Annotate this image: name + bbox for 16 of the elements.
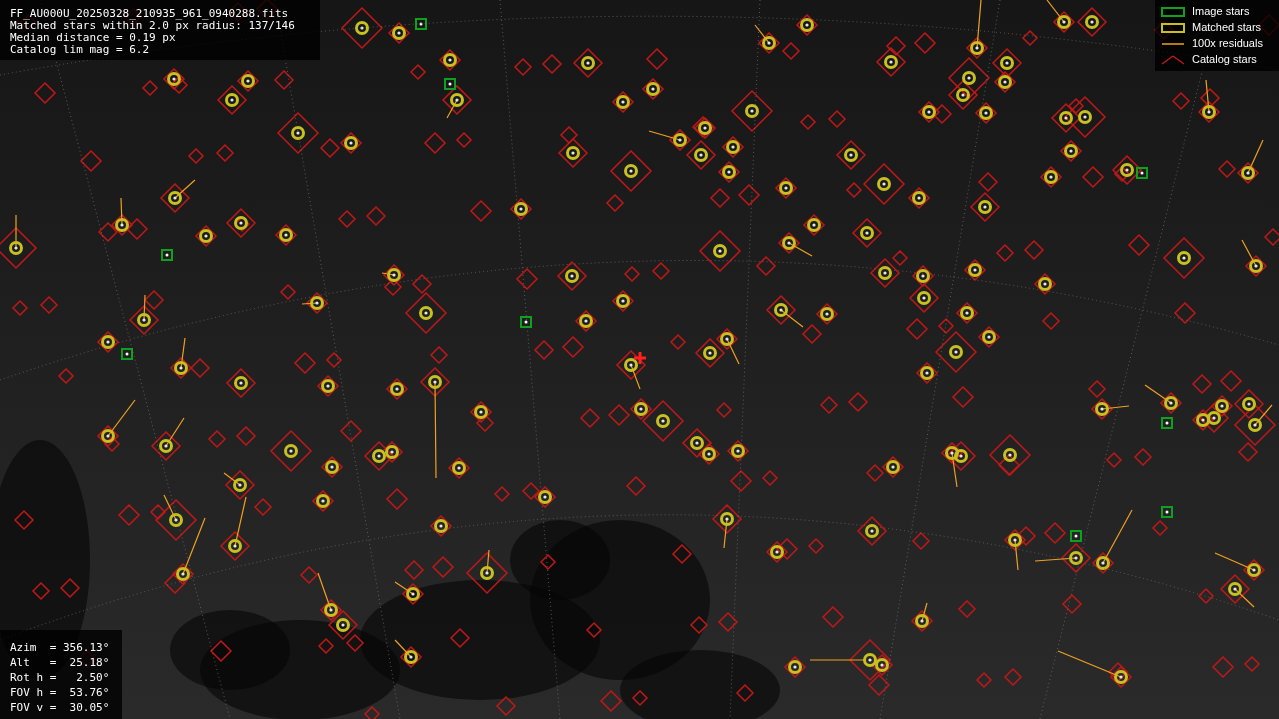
- matched-star-swatch-icon: [1161, 22, 1185, 33]
- info-text: FF_AU000U_20250328_210935_961_0940288.fits: [10, 8, 290, 20]
- legend-label: Catalog stars: [1192, 52, 1257, 67]
- fit-parameter-text: Alt = 25.18°: [10, 655, 111, 670]
- info-text: Median distance = 0.19 px: [10, 32, 177, 44]
- diamond-marker-icon: [1161, 54, 1185, 65]
- info-text: Catalog lim mag = 6.2: [10, 44, 151, 56]
- fit-parameter-text: FOV h = 53.76°: [10, 685, 111, 700]
- info-text: Matched stars within 2.0 px radius: 137/146: [10, 20, 296, 32]
- fit-parameter-text: Azim = 356.13°: [10, 640, 111, 655]
- legend-label: Image stars: [1192, 4, 1250, 19]
- legend-label: 100x residuals: [1192, 36, 1263, 51]
- legend-label: Matched stars: [1192, 20, 1262, 35]
- fit-parameter-text: Rot h = 2.50°: [10, 670, 111, 685]
- image-star-swatch-icon: [1161, 6, 1185, 17]
- fit-parameter-text: FOV v = 30.05°: [10, 700, 111, 715]
